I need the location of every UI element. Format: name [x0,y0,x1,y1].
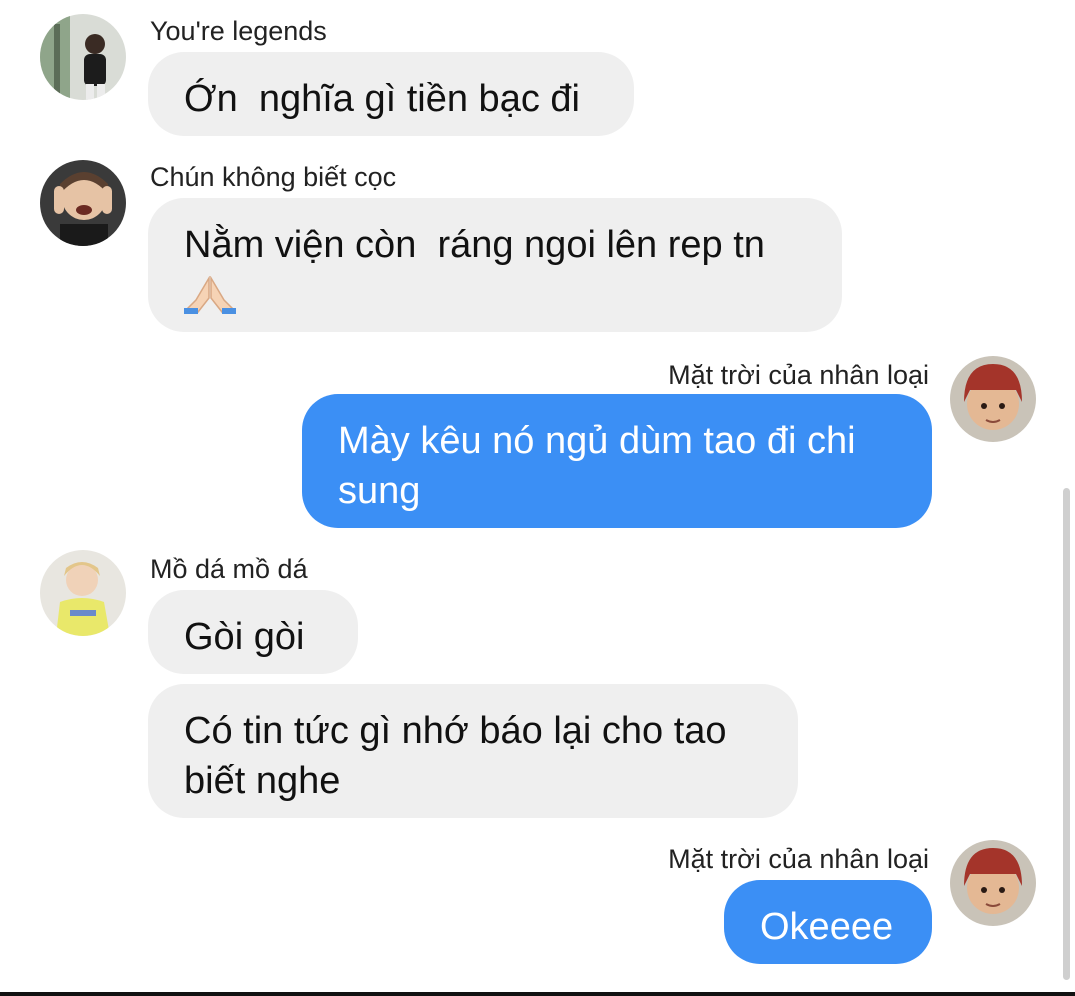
person-avatar-icon [950,840,1036,926]
message-text: Gòi gòi [184,616,305,658]
sender-name: Chún không biết cọc [150,162,397,192]
message-text: Okeeee [760,906,894,948]
message-bubble[interactable]: Có tin tức gì nhớ báo lại cho tao biết n… [148,684,798,818]
avatar-mo-da-mo-da[interactable] [40,550,126,636]
avatar-mat-troi-cua-nhan-loai[interactable] [950,356,1036,442]
sender-name: Mặt trời của nhân loại [668,844,929,874]
message-text: Nằm viện còn ráng ngoi lên rep tn [184,224,765,266]
avatar-mat-troi-cua-nhan-loai[interactable] [950,840,1036,926]
scrollbar[interactable] [1063,488,1070,980]
sender-name: Mặt trời của nhân loại [668,360,929,390]
avatar-youre-legends[interactable] [40,14,126,100]
person-avatar-icon [40,550,126,636]
message-text: Có tin tức gì nhớ báo lại cho tao biết n… [184,710,738,802]
sender-name: Mồ dá mồ dá [150,554,308,584]
message-bubble[interactable]: Gòi gòi [148,590,358,674]
message-bubble[interactable]: Okeeee [724,880,932,964]
folded-hands-icon [184,275,806,327]
person-avatar-icon [950,356,1036,442]
message-bubble[interactable]: Mày kêu nó ngủ dùm tao đi chi sung [302,394,932,528]
message-text: Ớn nghĩa gì tiền bạc đi [184,78,580,120]
message-bubble[interactable]: Nằm viện còn ráng ngoi lên rep tn [148,198,842,332]
divider [0,992,1075,996]
message-bubble[interactable]: Ớn nghĩa gì tiền bạc đi [148,52,634,136]
person-avatar-icon [40,160,126,246]
avatar-chun-khong-biet-coc[interactable] [40,160,126,246]
person-avatar-icon [40,14,126,100]
message-text: Mày kêu nó ngủ dùm tao đi chi sung [338,420,867,512]
sender-name: You're legends [150,16,327,46]
